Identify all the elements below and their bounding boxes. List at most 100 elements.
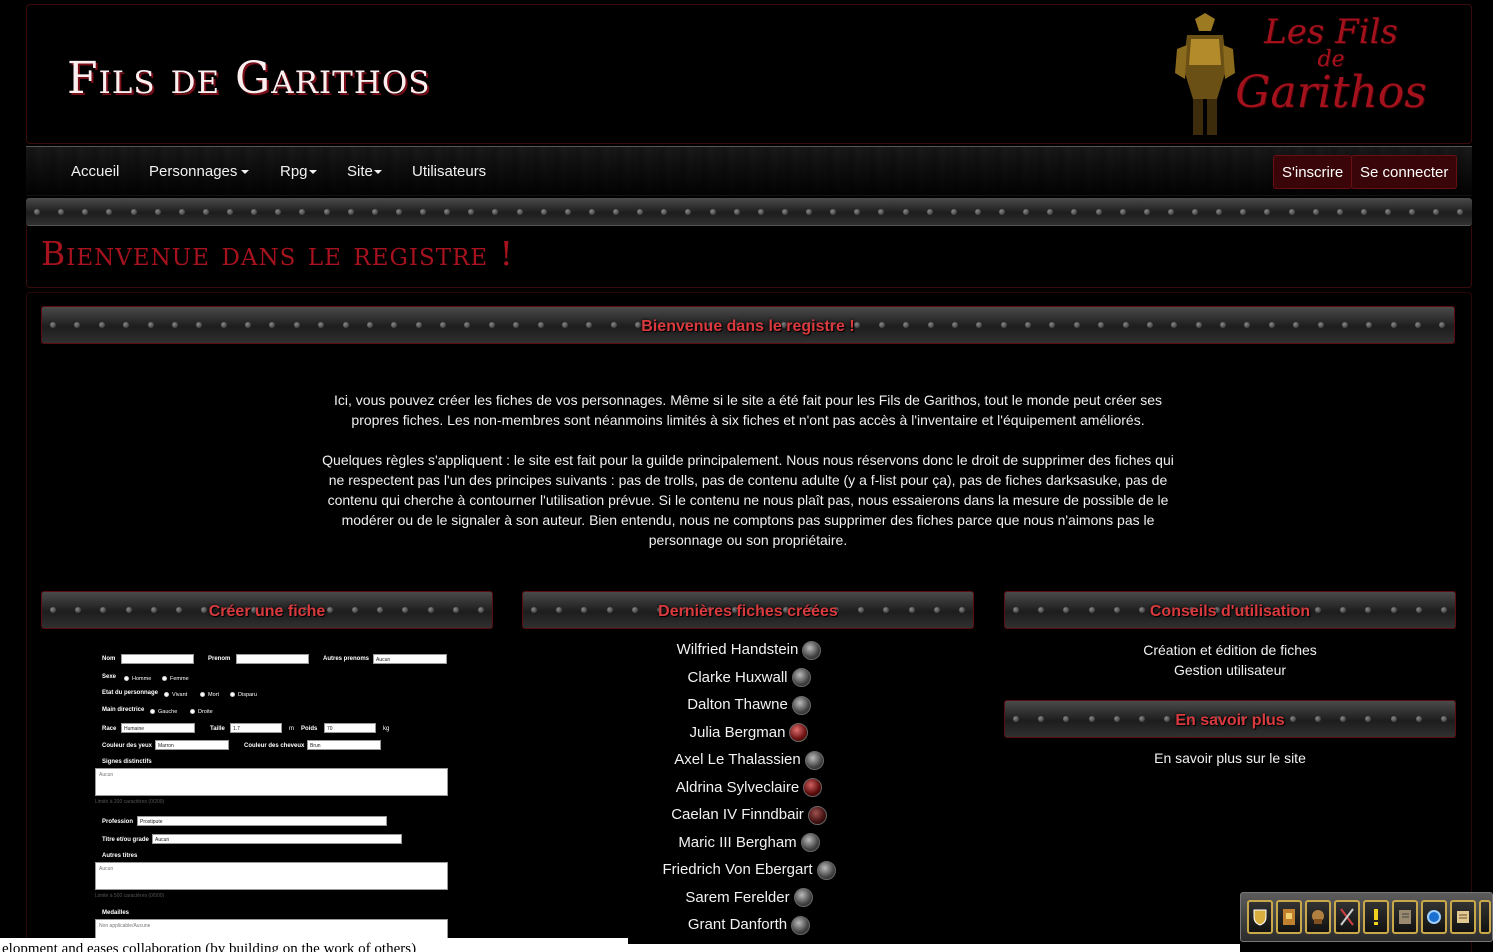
login-button[interactable]: Se connecter (1351, 155, 1458, 189)
chevron-down-icon (373, 170, 382, 175)
rivet (444, 208, 451, 215)
poids-unit: kg (383, 726, 390, 732)
more-icon[interactable] (1479, 900, 1491, 934)
character-name[interactable]: Julia Bergman (690, 724, 786, 741)
shield-icon[interactable] (1247, 900, 1273, 934)
book-icon[interactable] (1392, 900, 1418, 934)
section-title-bar: Bienvenue dans le registre ! (41, 306, 1455, 344)
site-title[interactable]: Fils de Garithos (67, 53, 431, 104)
character-name[interactable]: Caelan IV Finndbair (671, 806, 804, 823)
titre-field[interactable]: Aucun (152, 834, 402, 844)
rivet (347, 208, 354, 215)
rivet (1192, 208, 1198, 215)
signes-textarea[interactable]: Aucun (95, 768, 448, 796)
poids-field[interactable]: 70 (324, 723, 376, 733)
yeux-field[interactable]: Marron (155, 740, 229, 750)
radio-mort[interactable]: Mort (200, 692, 219, 698)
character-name[interactable]: Sarem Ferelder (685, 889, 789, 906)
tips-title: Conseils d'utilisation (1149, 603, 1311, 620)
register-button[interactable]: S'inscrire (1273, 155, 1353, 189)
banner-icon[interactable] (1276, 900, 1302, 934)
rivet (299, 208, 306, 215)
list-item[interactable]: Wilfried Handstein (524, 638, 974, 666)
race-label: Race (102, 726, 117, 732)
rivet (468, 208, 475, 215)
more-link[interactable]: En savoir plus sur le site (1004, 750, 1456, 766)
character-name[interactable]: Clarke Huxwall (687, 669, 787, 686)
latest-sheets-title: Dernières fiches créées (658, 603, 838, 620)
helmet-icon[interactable] (1305, 900, 1331, 934)
radio-homme[interactable]: Homme (124, 676, 151, 682)
rivet (492, 208, 499, 215)
more-header: En savoir plus (1004, 700, 1456, 738)
radio-mort-label: Mort (208, 692, 219, 698)
prenom-field[interactable] (236, 654, 309, 664)
rivet (926, 208, 933, 215)
rivet (685, 208, 692, 215)
radio-vivant[interactable]: Vivant (164, 692, 187, 698)
taille-field[interactable]: 1.7 (230, 723, 282, 733)
background-window-strip (628, 944, 1240, 952)
character-name[interactable]: Axel Le Thalassien (674, 751, 800, 768)
nav-site[interactable]: Site (347, 163, 382, 180)
radio-disparu[interactable]: Disparu (230, 692, 257, 698)
character-name[interactable]: Dalton Thawne (687, 696, 788, 713)
taille-label: Taille (210, 726, 225, 732)
character-name[interactable]: Aldrina Sylveclaire (676, 779, 799, 796)
character-name[interactable]: Grant Danforth (688, 916, 787, 933)
list-item[interactable]: Clarke Huxwall (524, 666, 974, 694)
list-item[interactable]: Julia Bergman (524, 721, 974, 749)
avatar (816, 860, 836, 880)
tips-header: Conseils d'utilisation (1004, 591, 1456, 629)
tips-link-creation[interactable]: Création et édition de fiches (1004, 642, 1456, 658)
list-item[interactable]: Caelan IV Finndbair (524, 803, 974, 831)
rivets-row (26, 198, 1472, 225)
profession-label: Profession (102, 819, 134, 825)
list-item[interactable]: Maric III Bergham (524, 831, 974, 859)
latest-sheets-list: Wilfried Handstein Clarke Huxwall Dalton… (524, 638, 974, 941)
list-item[interactable]: Aldrina Sylveclaire (524, 776, 974, 804)
autres-prenoms-field[interactable]: Aucun (373, 654, 447, 664)
tips-link-user[interactable]: Gestion utilisateur (1004, 662, 1456, 678)
portal-icon[interactable] (1421, 900, 1447, 934)
list-item[interactable]: Axel Le Thalassien (524, 748, 974, 776)
character-name[interactable]: Maric III Bergham (678, 834, 796, 851)
race-field[interactable]: Humaine (121, 723, 195, 733)
rivet (806, 208, 812, 215)
rivet (1240, 208, 1247, 215)
radio-gauche[interactable]: Gauche (150, 709, 177, 715)
nav-utilisateurs[interactable]: Utilisateurs (412, 163, 486, 180)
logo-text: Les Fils de Garithos (1231, 15, 1431, 115)
scroll-icon[interactable] (1450, 900, 1476, 934)
rivet (1312, 208, 1319, 215)
signes-label: Signes distinctifs (102, 759, 152, 765)
alert-icon[interactable] (1363, 900, 1389, 934)
knight-figure-icon (1175, 13, 1235, 135)
nom-field[interactable] (121, 654, 194, 664)
rivet (371, 208, 378, 215)
list-item[interactable]: Sarem Ferelder (524, 886, 974, 914)
profession-field[interactable]: Prostipute (137, 816, 387, 826)
autres-titres-textarea[interactable]: Aucun (95, 862, 448, 890)
poids-label: Poids (301, 726, 318, 732)
character-name[interactable]: Wilfried Handstein (677, 641, 799, 658)
chevron-down-icon (241, 170, 250, 175)
character-name[interactable]: Friedrich Von Ebergart (662, 861, 812, 878)
list-item[interactable]: Grant Danforth (524, 913, 974, 941)
radio-disparu-label: Disparu (238, 692, 257, 698)
list-item[interactable]: Dalton Thawne (524, 693, 974, 721)
nav-personnages[interactable]: Personnages (149, 163, 250, 180)
radio-droite[interactable]: Droite (190, 709, 213, 715)
list-item[interactable]: Friedrich Von Ebergart (524, 858, 974, 886)
rivet (251, 208, 258, 215)
guild-logo[interactable]: Les Fils de Garithos (1165, 9, 1435, 143)
nav-rpg[interactable]: Rpg (280, 163, 317, 180)
create-sheet-form-preview[interactable]: Nom Prenom Autres prenoms Aucun Sexe Hom… (94, 648, 450, 952)
nav-accueil[interactable]: Accueil (71, 163, 119, 180)
nav-rpg-label: Rpg (280, 163, 308, 180)
page-heading: Bienvenue dans le registre ! (41, 234, 514, 273)
avatar (800, 833, 820, 853)
cheveux-field[interactable]: Brun (307, 740, 381, 750)
radio-femme[interactable]: Femme (162, 676, 189, 682)
crossed-axes-icon[interactable] (1334, 900, 1360, 934)
